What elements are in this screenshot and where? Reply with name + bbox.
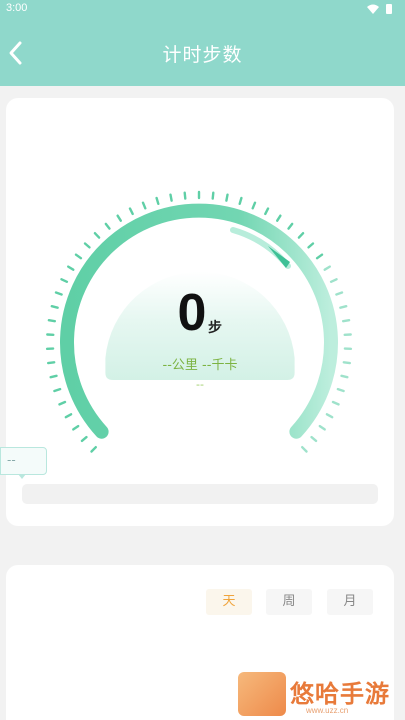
gauge-tick [336, 387, 345, 393]
gauge-tick [307, 242, 315, 249]
gauge-tick [323, 265, 331, 271]
gauge-sub-value: -- [196, 378, 204, 391]
gauge-tick [128, 207, 134, 216]
gauge-tick [251, 201, 257, 210]
gauge-tick [301, 446, 308, 453]
gauge-tick [325, 413, 334, 419]
gauge-tick [104, 222, 111, 230]
step-gauge-card: 0 步 --公里 --千卡 -- [6, 98, 394, 526]
gauge-tick [80, 435, 88, 443]
gauge-tick [310, 435, 318, 443]
gauge-tick [60, 278, 69, 284]
watermark-url: www.uzz.cn [306, 706, 349, 715]
gauge-tick [83, 242, 91, 249]
gauge-tick [264, 207, 270, 216]
gauge-tick [183, 191, 187, 200]
chart-tooltip-tail [18, 474, 26, 479]
tab-month[interactable]: 月 [327, 589, 373, 615]
watermark-logo-icon [238, 672, 286, 716]
gauge-tick [335, 291, 344, 296]
gauge-tick [141, 201, 147, 210]
gauge-tick [155, 196, 160, 206]
gauge-tick [67, 265, 75, 271]
gauge-tick [74, 253, 83, 260]
gauge-tick [169, 193, 173, 202]
gauge-tick [50, 304, 59, 309]
watermark: 悠哈手游 www.uzz.cn [236, 668, 405, 720]
gauge-tick [211, 191, 215, 200]
gauge-tick [297, 231, 305, 239]
gauge-tick [318, 424, 326, 431]
daily-progress-bar [22, 484, 378, 504]
status-icons [367, 4, 392, 14]
tab-day[interactable]: 天 [206, 589, 252, 615]
tab-week[interactable]: 周 [266, 589, 312, 615]
gauge-tick [49, 374, 58, 379]
gauge-tick [90, 446, 98, 453]
gauge-tick [339, 304, 348, 309]
gauge-tick [287, 222, 294, 230]
gauge-tick [93, 231, 101, 239]
gauge-tick [64, 413, 73, 419]
app-header: 3:00 计时步数 [0, 0, 405, 86]
gauge-tick [315, 253, 324, 260]
gauge-tick [342, 361, 351, 365]
wifi-icon [367, 4, 379, 14]
gauge-tick [53, 387, 62, 393]
gauge-tick [225, 193, 229, 202]
step-gauge: 0 步 --公里 --千卡 -- [45, 190, 353, 453]
battery-icon [386, 4, 392, 14]
step-count: 0 [178, 284, 207, 342]
distance-calories: --公里 --千卡 [163, 358, 238, 373]
chart-tooltip: -- [0, 447, 47, 475]
gauge-tick [340, 374, 349, 379]
page-title: 计时步数 [162, 44, 243, 66]
gauge-tick [72, 424, 80, 431]
gauge-tick [331, 400, 340, 406]
step-unit: 步 [208, 319, 222, 336]
gauge-tick [238, 196, 243, 206]
gauge-tick [47, 361, 56, 365]
watermark-text: 悠哈手游 [290, 680, 390, 708]
gauge-tick [47, 318, 56, 323]
gauge-tick [116, 214, 123, 222]
gauge-tick [54, 291, 63, 296]
status-time: 3:00 [6, 2, 28, 14]
gauge-tick [276, 214, 282, 222]
gauge-tick [329, 278, 338, 284]
gauge-tick [58, 400, 67, 406]
gauge-tick [342, 318, 351, 323]
